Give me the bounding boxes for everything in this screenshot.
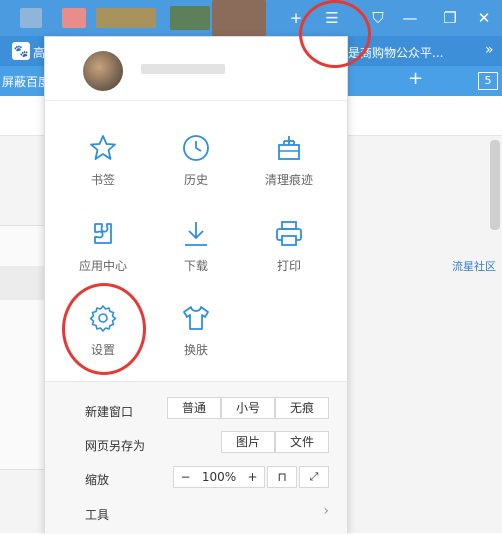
zoom-out-button[interactable]: − bbox=[173, 466, 197, 488]
broom-icon bbox=[278, 136, 300, 160]
new-window-small-button[interactable]: 小号 bbox=[221, 397, 275, 419]
puzzle-icon bbox=[94, 223, 112, 244]
zoom-label: 缩放 bbox=[85, 473, 110, 487]
more-bookmarks-icon[interactable]: » bbox=[485, 42, 494, 58]
baidu-icon[interactable]: 🐾 bbox=[12, 42, 30, 60]
page-block bbox=[0, 266, 44, 300]
menu-item-clear-traces[interactable]: 清理痕迹 bbox=[246, 133, 332, 188]
new-window-incognito-button[interactable]: 无痕 bbox=[275, 397, 329, 419]
lock-icon[interactable]: ⊓ bbox=[267, 466, 297, 488]
blurred-tab bbox=[96, 8, 156, 28]
fullscreen-icon[interactable]: ⤢ bbox=[299, 466, 329, 488]
new-tab-button[interactable]: + bbox=[408, 68, 423, 89]
page-left-panel bbox=[0, 225, 44, 470]
printer-icon bbox=[276, 221, 302, 246]
menu-item-label: 书签 bbox=[90, 173, 115, 187]
scrollbar-thumb[interactable] bbox=[490, 140, 500, 230]
annotation-circle bbox=[62, 283, 146, 375]
star-icon bbox=[90, 135, 116, 160]
menu-item-label: 换肤 bbox=[183, 343, 208, 357]
save-as-file-button[interactable]: 文件 bbox=[275, 431, 329, 453]
side-link[interactable]: 流星社区 bbox=[452, 258, 496, 274]
blurred-tab bbox=[212, 0, 266, 36]
maximize-icon[interactable]: ❐ bbox=[436, 6, 464, 30]
menu-item-bookmarks[interactable]: 书签 bbox=[60, 133, 146, 188]
new-window-normal-button[interactable]: 普通 bbox=[167, 397, 221, 419]
avatar[interactable] bbox=[83, 51, 123, 91]
save-as-image-button[interactable]: 图片 bbox=[221, 431, 275, 453]
menu-item-label: 打印 bbox=[276, 259, 301, 273]
menu-item-downloads[interactable]: 下载 bbox=[153, 219, 239, 274]
shirt-icon bbox=[183, 306, 209, 330]
menu-item-label: 历史 bbox=[183, 173, 208, 187]
zoom-value: 100% bbox=[197, 466, 241, 488]
menu-item-label: 清理痕迹 bbox=[264, 173, 313, 187]
menu-item-print[interactable]: 打印 bbox=[246, 219, 332, 274]
menu-options: 新建窗口 普通 小号 无痕 网页另存为 图片 文件 缩放 − 100% + ⊓ … bbox=[45, 381, 347, 534]
blurred-tab bbox=[170, 6, 210, 30]
download-icon bbox=[185, 222, 207, 246]
annotation-circle bbox=[299, 0, 371, 68]
chevron-right-icon[interactable]: › bbox=[323, 503, 329, 519]
title-bar: + ☰ ⛉ — ❐ ✕ bbox=[0, 0, 502, 36]
menu-item-label: 应用中心 bbox=[78, 259, 127, 273]
zoom-in-button[interactable]: + bbox=[241, 466, 265, 488]
new-window-label: 新建窗口 bbox=[85, 405, 134, 419]
clock-icon bbox=[183, 135, 209, 161]
tools-label[interactable]: 工具 bbox=[85, 506, 109, 523]
minimize-icon[interactable]: — bbox=[396, 6, 424, 30]
tab-count-badge[interactable]: 5 bbox=[478, 72, 498, 90]
save-as-label: 网页另存为 bbox=[85, 439, 146, 453]
close-icon[interactable]: ✕ bbox=[470, 6, 498, 30]
blurred-tab bbox=[62, 8, 86, 28]
blurred-tab bbox=[20, 8, 42, 28]
menu-item-history[interactable]: 历史 bbox=[153, 133, 239, 188]
menu-item-app-center[interactable]: 应用中心 bbox=[60, 219, 146, 274]
menu-item-skin[interactable]: 换肤 bbox=[153, 303, 239, 358]
menu-item-label: 下载 bbox=[183, 259, 208, 273]
username-blurred bbox=[141, 64, 225, 74]
tab-title[interactable]: 屏蔽百度 bbox=[2, 73, 50, 90]
